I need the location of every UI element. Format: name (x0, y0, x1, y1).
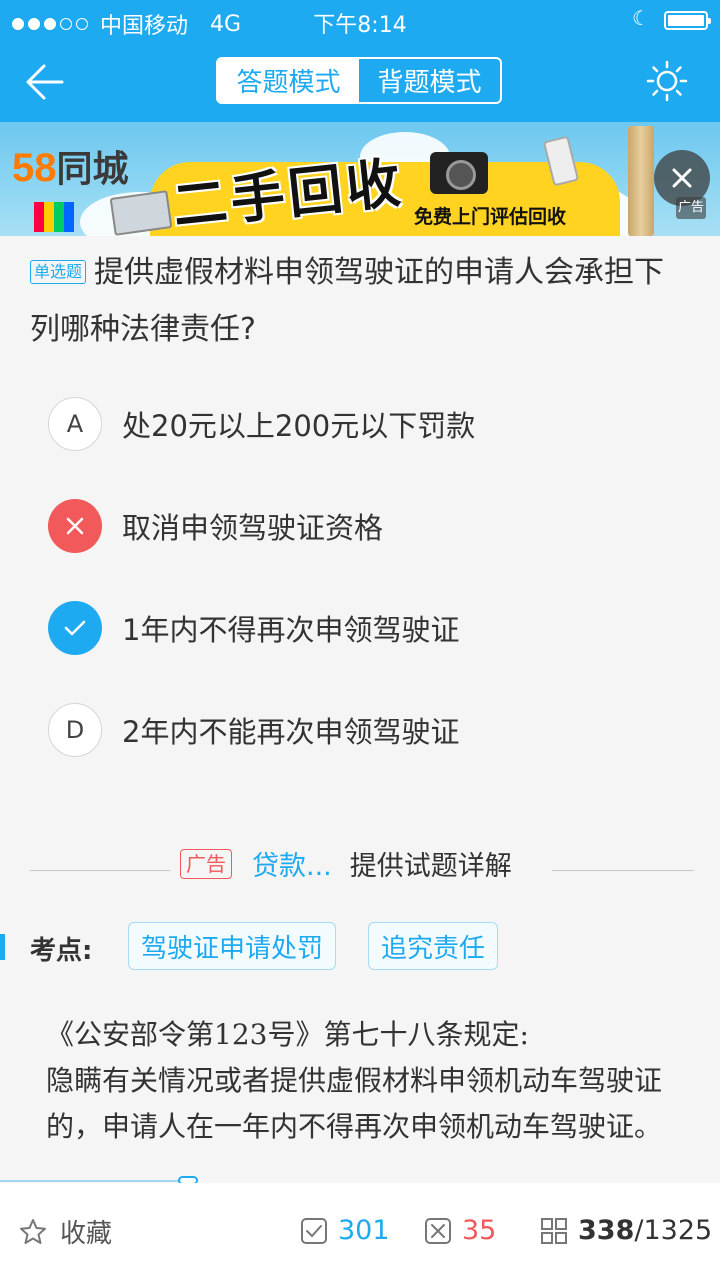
analysis-text: 《公安部令第123号》第七十八条规定: 隐瞒有关情况或者提供虚假材料申领机动车驾… (46, 1012, 686, 1182)
scroll-track (0, 1180, 190, 1182)
divider (30, 870, 170, 871)
question-type-badge: 单选题 (30, 260, 87, 284)
key-point-tag[interactable]: 追究责任 (368, 922, 499, 970)
mode-switch: 答题模式 背题模式 (216, 57, 502, 104)
do-not-disturb-icon: ☾ (632, 6, 650, 30)
explanation-bar: 广告 贷款... 提供试题详解 (30, 840, 694, 884)
explanation-ad-link[interactable]: 广告 贷款... 提供试题详解 (180, 844, 512, 883)
key-point-tag[interactable]: 驾驶证申请处罚 (128, 922, 337, 970)
option-text: 2年内不能再次申领驾驶证 (122, 715, 460, 749)
option-b[interactable]: 取消申领驾驶证资格 (48, 498, 383, 554)
ad-camera-image (430, 152, 488, 194)
option-key: D (48, 703, 102, 757)
question-progress[interactable]: 338/1325 (540, 1215, 712, 1246)
option-text: 取消申领驾驶证资格 (122, 511, 384, 545)
question-body: 提供虚假材料申领驾驶证的申请人会承担下列哪种法律责任? (30, 255, 665, 347)
ad-subline: 免费上门评估回收 (414, 206, 567, 228)
favorite-button[interactable]: 收藏 (18, 1213, 112, 1250)
ad-link-text[interactable]: 贷款... (252, 844, 332, 883)
correct-count: 301 (300, 1215, 390, 1246)
tab-answer-mode[interactable]: 答题模式 (218, 59, 359, 102)
nav-bar: 答题模式 背题模式 (0, 40, 720, 122)
analysis-line: 隐瞒有关情况或者提供虚假材料申领机动车驾驶证的，申请人在一年内不得再次申领机动车… (46, 1064, 663, 1143)
progress-separator: / (634, 1215, 644, 1246)
option-text: 1年内不得再次申领驾驶证 (122, 613, 460, 647)
option-text: 处20元以上200元以下罚款 (122, 409, 476, 443)
ad-appliance-image (628, 126, 654, 236)
correct-count-value: 301 (338, 1215, 390, 1246)
battery-icon (664, 11, 711, 30)
ad-banner[interactable]: 58同城 二手回收 免费上门评估回收 (0, 122, 720, 236)
wrong-x-icon (48, 499, 102, 553)
current-question-number: 338 (578, 1215, 635, 1246)
bottom-bar: 收藏 301 35 338/1325 (0, 1183, 720, 1280)
correct-box-icon (301, 1217, 327, 1244)
divider (552, 870, 694, 871)
option-d[interactable]: D 2年内不能再次申领驾驶证 (48, 702, 459, 758)
ad-tag: 广告 (676, 197, 706, 219)
check-icon (48, 601, 102, 655)
key-points: 考点: 驾驶证申请处罚 追究责任 (0, 922, 720, 972)
status-time: 下午8:14 (313, 13, 407, 38)
option-c[interactable]: 1年内不得再次申领驾驶证 (48, 600, 459, 656)
explanation-label: 提供试题详解 (349, 851, 512, 882)
option-key: A (48, 397, 102, 451)
wrong-count-value: 35 (462, 1215, 497, 1246)
wrong-count: 35 (424, 1215, 496, 1246)
ad-blocks-image (34, 202, 74, 232)
total-question-count: 1325 (643, 1215, 713, 1246)
ad-badge: 广告 (180, 848, 232, 879)
back-arrow-icon[interactable] (24, 62, 64, 102)
wrong-box-icon (425, 1217, 451, 1244)
grid-icon (541, 1217, 567, 1244)
analysis-line: 《公安部令第123号》第七十八条规定: (46, 1018, 529, 1051)
brightness-sun-icon[interactable] (646, 60, 688, 102)
option-a[interactable]: A 处20元以上200元以下罚款 (48, 396, 475, 452)
tab-memorize-mode[interactable]: 背题模式 (359, 59, 500, 102)
favorite-label: 收藏 (60, 1219, 113, 1249)
key-points-label: 考点: (30, 936, 93, 966)
section-marker (0, 934, 5, 960)
status-bar: 中国移动 4G 下午8:14 ☾ (0, 0, 720, 40)
ad-laptop-image (109, 190, 173, 236)
star-icon (20, 1218, 46, 1244)
ad-logo: 58同城 (12, 146, 129, 190)
question-text: 单选题 提供虚假材料申领驾驶证的申请人会承担下列哪种法律责任? (30, 244, 692, 358)
